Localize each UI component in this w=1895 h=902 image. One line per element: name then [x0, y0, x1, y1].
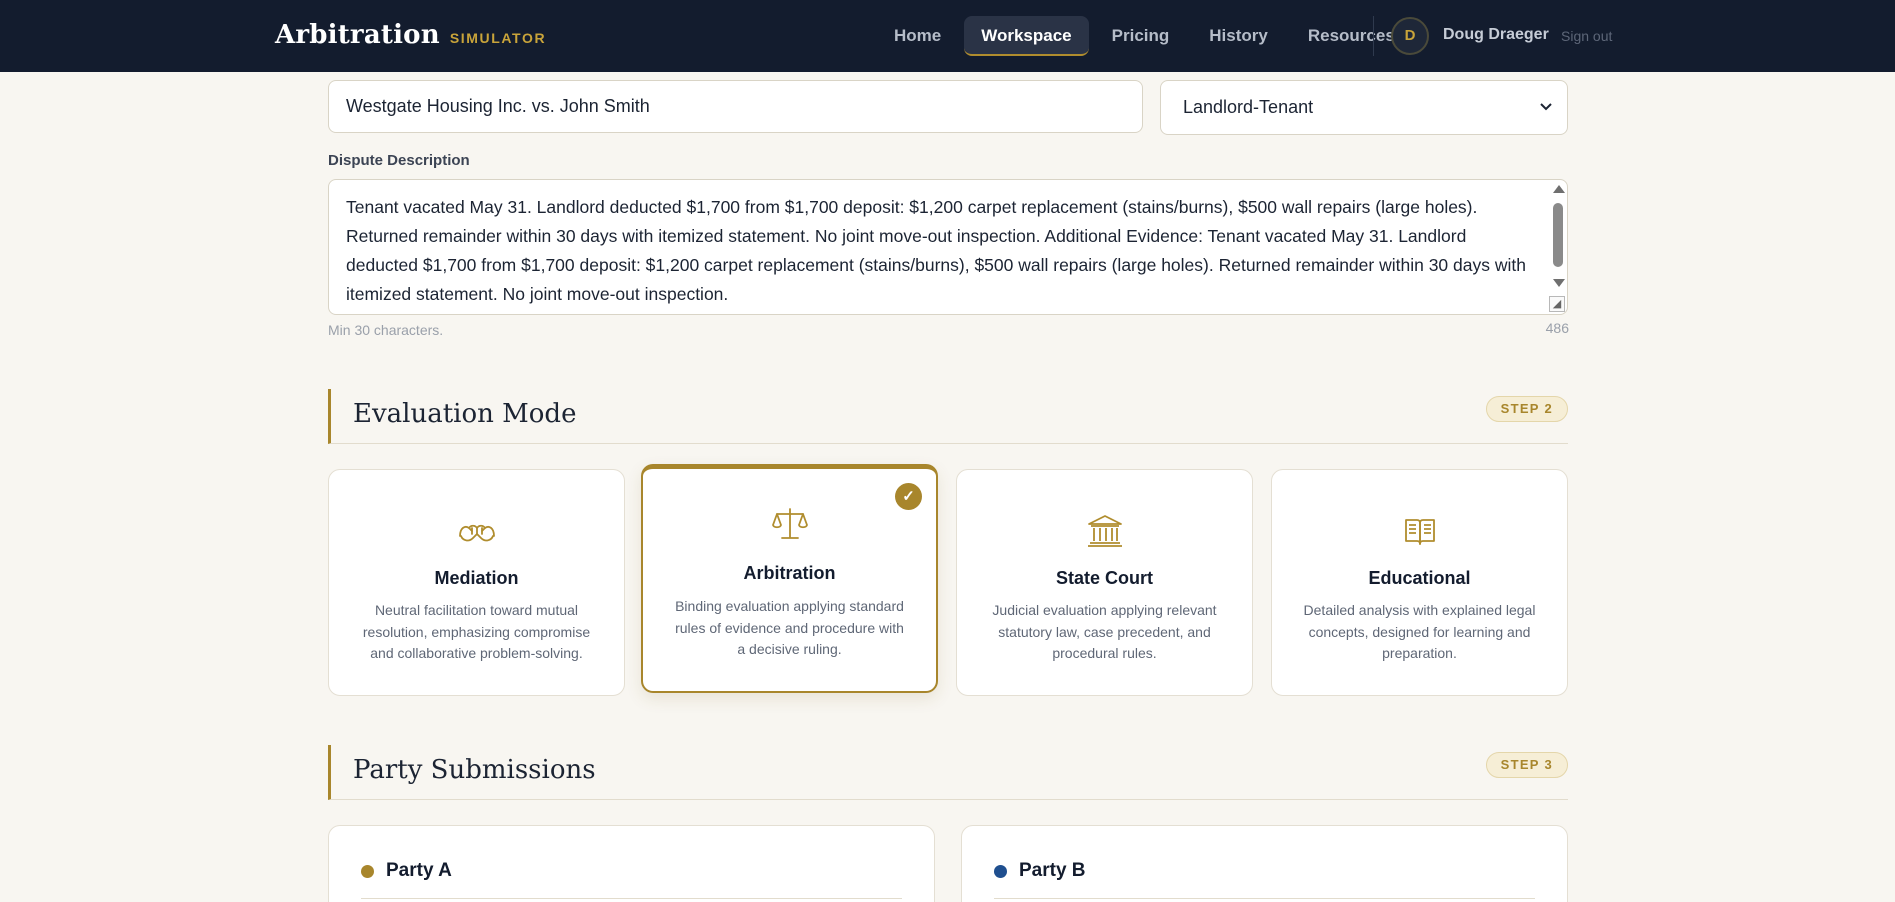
mode-title: Mediation — [434, 568, 519, 588]
scroll-up-arrow-icon[interactable] — [1553, 185, 1565, 193]
brand-name: Arbitration — [275, 20, 440, 50]
mode-card-mediation[interactable]: Mediation Neutral facilitation toward mu… — [328, 469, 625, 696]
description-label: Dispute Description — [328, 152, 470, 169]
mode-description: Neutral facilitation toward mutual resol… — [362, 602, 591, 661]
scales-icon — [643, 507, 936, 541]
handshake-icon — [329, 514, 624, 548]
mode-card-educational[interactable]: Educational Detailed analysis with expla… — [1271, 469, 1568, 696]
textarea-scrollbar[interactable] — [1550, 181, 1566, 313]
mode-card-state-court[interactable]: State Court Judicial evaluation applying… — [956, 469, 1253, 696]
mode-card-arbitration[interactable]: ✓ Arbitration Binding evaluation applyin… — [641, 464, 938, 693]
scroll-thumb[interactable] — [1553, 203, 1563, 267]
party-a-card: Party A — [328, 825, 935, 902]
divider — [994, 898, 1535, 899]
party-a-color-dot — [361, 865, 374, 878]
mode-title: Arbitration — [743, 563, 836, 583]
party-a-name: Party A — [386, 860, 452, 881]
mode-title: Educational — [1368, 568, 1471, 588]
character-count: 486 — [1545, 320, 1569, 336]
description-hint: Min 30 characters. — [328, 322, 444, 338]
case-title-input[interactable]: Westgate Housing Inc. vs. John Smith — [328, 80, 1143, 133]
party-b-color-dot — [994, 865, 1007, 878]
mode-description: Judicial evaluation applying relevant st… — [992, 602, 1217, 661]
case-type-value: Landlord-Tenant — [1183, 97, 1314, 117]
nav-home[interactable]: Home — [877, 16, 958, 56]
nav-pricing[interactable]: Pricing — [1095, 16, 1187, 56]
section-title: Party Submissions — [353, 755, 596, 785]
step-badge: STEP 3 — [1485, 752, 1568, 778]
nav-divider — [1373, 16, 1374, 56]
section-title: Evaluation Mode — [353, 399, 577, 429]
main-nav: Home Workspace Pricing History Resources — [877, 16, 1412, 56]
brand-logo[interactable]: Arbitration SIMULATOR — [275, 20, 546, 50]
scroll-down-arrow-icon[interactable] — [1553, 279, 1565, 287]
mode-description: Binding evaluation applying standard rul… — [675, 598, 904, 657]
mode-description: Detailed analysis with explained legal c… — [1303, 602, 1536, 661]
nav-history[interactable]: History — [1192, 16, 1285, 56]
user-name: Doug Draeger — [1443, 26, 1549, 43]
party-b-name: Party B — [1019, 860, 1086, 881]
resize-handle-icon[interactable]: ◢ — [1549, 296, 1565, 312]
selected-check-icon: ✓ — [895, 483, 922, 510]
party-submissions-header: Party Submissions STEP 3 — [328, 745, 1568, 800]
case-type-select[interactable]: Landlord-Tenant — [1160, 80, 1568, 135]
party-b-card: Party B — [961, 825, 1568, 902]
avatar[interactable]: D — [1391, 17, 1429, 55]
chevron-down-icon — [1539, 81, 1553, 156]
sign-out-link[interactable]: Sign out — [1561, 28, 1612, 44]
book-icon — [1272, 514, 1567, 548]
dispute-description-textarea[interactable]: Tenant vacated May 31. Landlord deducted… — [328, 179, 1568, 315]
mode-title: State Court — [1055, 568, 1153, 588]
nav-workspace[interactable]: Workspace — [964, 16, 1089, 56]
courthouse-icon — [957, 514, 1252, 548]
top-navbar: Arbitration SIMULATOR Home Workspace Pri… — [0, 0, 1895, 72]
brand-subtitle: SIMULATOR — [449, 30, 547, 46]
step-badge: STEP 2 — [1485, 396, 1568, 422]
evaluation-mode-header: Evaluation Mode STEP 2 — [328, 389, 1568, 444]
divider — [361, 898, 902, 899]
